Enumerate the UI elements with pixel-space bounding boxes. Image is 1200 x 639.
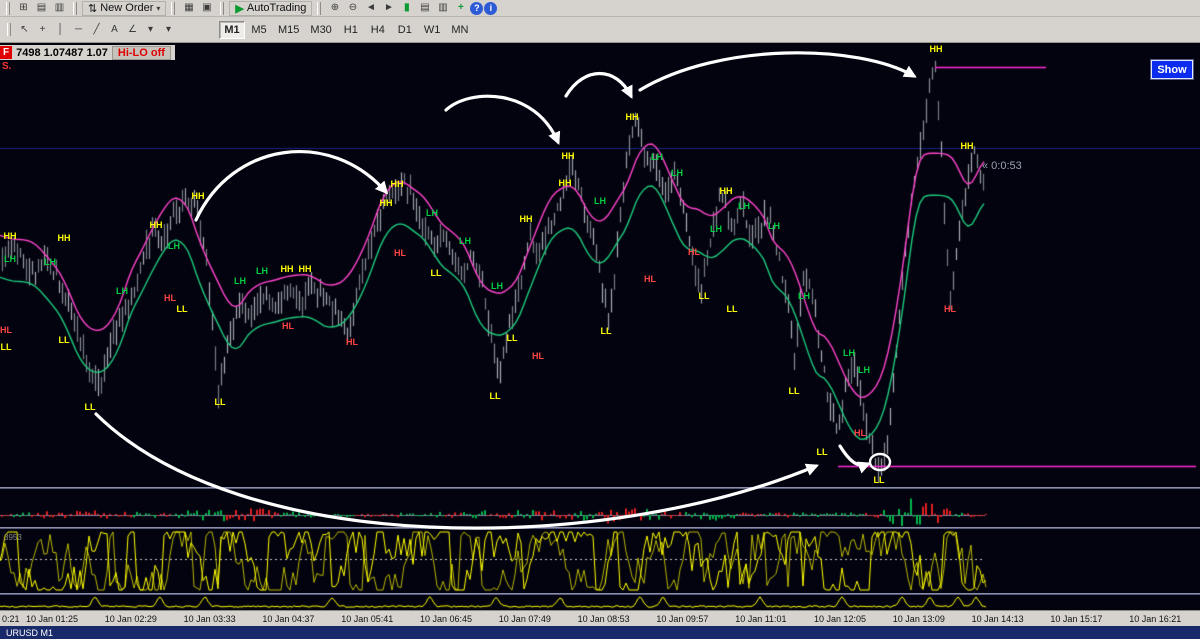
toolbar-top-group2: ▦ ▣ (180, 1, 215, 15)
new-order-icon: ⇅ (88, 2, 98, 15)
scroll-right-icon[interactable]: ► (380, 1, 397, 15)
time-axis-label: 10 Jan 02:29 (104, 614, 157, 624)
new-chart-icon[interactable]: ⊞ (15, 1, 32, 15)
time-axis-label: 10 Jan 12:05 (814, 614, 867, 624)
shapes-dropdown-icon[interactable]: ▾ (142, 23, 159, 37)
timeframe-d1-button[interactable]: D1 (392, 21, 418, 39)
horizontal-line-icon[interactable]: ─ (70, 23, 87, 37)
candle-timer: « 0:0:53 (982, 160, 1022, 172)
add-indicator-icon[interactable]: + (452, 1, 469, 15)
autotrading-label: AutoTrading (246, 2, 307, 14)
new-order-label: New Order (100, 2, 154, 14)
toolbar-grip[interactable] (6, 1, 10, 15)
timeframe-m1-button[interactable]: M1 (219, 20, 245, 39)
timeframe-m15-button[interactable]: M15 (273, 21, 304, 39)
time-axis-label: 10 Jan 04:37 (262, 614, 315, 624)
oscillator-b-canvas[interactable] (0, 595, 1200, 610)
oscillator-a-canvas[interactable] (0, 529, 1200, 593)
mt4-window: ⊞ ▤ ▥ ⇅ New Order ▾ ▦ ▣ ▶ AutoTrading ⊕ ⊖ ◄ ► ▮… (0, 0, 1200, 639)
market-watch-icon[interactable]: ▤ (33, 1, 50, 15)
quote-panel: F 7498 1.07487 1.07 Hi-LO off (0, 45, 175, 60)
histogram-indicator-canvas[interactable] (0, 489, 1200, 527)
vertical-line-icon[interactable]: │ (52, 23, 69, 37)
terminal-icon[interactable]: ▣ (198, 1, 215, 15)
time-axis-label: 10 Jan 15:17 (1050, 614, 1103, 624)
timeframe-m30-button[interactable]: M30 (305, 21, 336, 39)
chart-tab-eurusd-m1[interactable]: URUSD M1 (0, 628, 53, 638)
toolbar-grip[interactable] (171, 1, 176, 15)
panel-separator[interactable] (0, 487, 1200, 489)
draw-tools-group: ↖ + │ ─ ╱ A ∠ ▾ ▾ (16, 23, 177, 37)
show-button[interactable]: Show (1150, 59, 1194, 80)
text-tool-icon[interactable]: A (106, 23, 123, 37)
time-axis-label: 10 Jan 01:25 (26, 614, 79, 624)
time-axis-label: 10 Jan 08:53 (577, 614, 630, 624)
sell-label: S. (2, 61, 12, 72)
timeframe-m5-button[interactable]: M5 (246, 21, 272, 39)
navigator-icon[interactable]: ▥ (51, 1, 68, 15)
zoom-out-icon[interactable]: ⊖ (344, 1, 361, 15)
toolbar-grip[interactable] (317, 1, 322, 15)
bar-chart-icon[interactable]: ▮ (398, 1, 415, 15)
panel-separator[interactable] (0, 593, 1200, 595)
arrows-dropdown-icon[interactable]: ▾ (160, 23, 177, 37)
panel-separator[interactable] (0, 527, 1200, 529)
zoom-in-icon[interactable]: ⊕ (326, 1, 343, 15)
time-axis[interactable]: 0:21 10 Jan 01:25 10 Jan 02:29 10 Jan 03:33… (0, 610, 1200, 626)
time-axis-label: 10 Jan 14:13 (971, 614, 1024, 624)
oscillator-value-label: 3953 (4, 533, 22, 542)
new-order-button[interactable]: ⇅ New Order ▾ (82, 0, 167, 16)
time-axis-label: 10 Jan 05:41 (341, 614, 394, 624)
scroll-left-icon[interactable]: ◄ (362, 1, 379, 15)
cursor-icon[interactable]: ↖ (16, 23, 33, 37)
main-chart-canvas[interactable] (0, 43, 1200, 487)
cascade-windows-icon[interactable]: ▥ (434, 1, 451, 15)
toolbar-top: ⊞ ▤ ▥ ⇅ New Order ▾ ▦ ▣ ▶ AutoTrading ⊕ ⊖ ◄ ► ▮… (0, 0, 1200, 17)
trendline-icon[interactable]: ╱ (88, 23, 105, 37)
time-axis-label: 10 Jan 11:01 (735, 614, 787, 624)
time-axis-label: 10 Jan 09:57 (656, 614, 709, 624)
crosshair-icon[interactable]: + (34, 23, 51, 37)
chart-grid-icon[interactable]: ▦ (180, 1, 197, 15)
timeframe-h1-button[interactable]: H1 (338, 21, 364, 39)
toolbar-drawing: ↖ + │ ─ ╱ A ∠ ▾ ▾ M1 M5 M15 M30 H1 H4 D1 W1 MN (0, 17, 1200, 43)
chart-tabs-bar: URUSD M1 (0, 626, 1200, 639)
toolbar-grip[interactable] (7, 23, 11, 36)
info-icon[interactable]: i (484, 1, 498, 15)
quote-text: 7498 1.07487 1.07 (16, 46, 108, 59)
toolbar-grip[interactable] (220, 1, 225, 15)
time-axis-label: 10 Jan 16:21 (1129, 614, 1182, 624)
symbol-badge: F (0, 46, 13, 59)
toolbar-grip[interactable] (73, 1, 77, 15)
toolbar-top-group1: ⊞ ▤ ▥ (15, 1, 68, 15)
timeframe-w1-button[interactable]: W1 (419, 21, 446, 39)
hilo-toggle-button[interactable]: Hi-LO off (111, 45, 171, 60)
time-axis-label: 10 Jan 06:45 (420, 614, 473, 624)
time-axis-label: 0:21 (2, 614, 20, 624)
help-icon[interactable]: ? (470, 1, 484, 15)
timeframe-bar: M1 M5 M15 M30 H1 H4 D1 W1 MN (219, 20, 473, 39)
autotrading-button[interactable]: ▶ AutoTrading (229, 0, 313, 16)
time-axis-label: 10 Jan 13:09 (892, 614, 945, 624)
tile-windows-icon[interactable]: ▤ (416, 1, 433, 15)
channel-tool-icon[interactable]: ∠ (124, 23, 141, 37)
chevron-down-icon: ▾ (156, 3, 161, 13)
time-axis-label: 10 Jan 03:33 (183, 614, 236, 624)
toolbar-top-group3: ⊕ ⊖ ◄ ► ▮ ▤ ▥ +? i (326, 1, 498, 15)
time-axis-label: 10 Jan 07:49 (498, 614, 551, 624)
autotrading-play-icon: ▶ (235, 2, 244, 15)
timeframe-h4-button[interactable]: H4 (365, 21, 391, 39)
timeframe-mn-button[interactable]: MN (446, 21, 473, 39)
